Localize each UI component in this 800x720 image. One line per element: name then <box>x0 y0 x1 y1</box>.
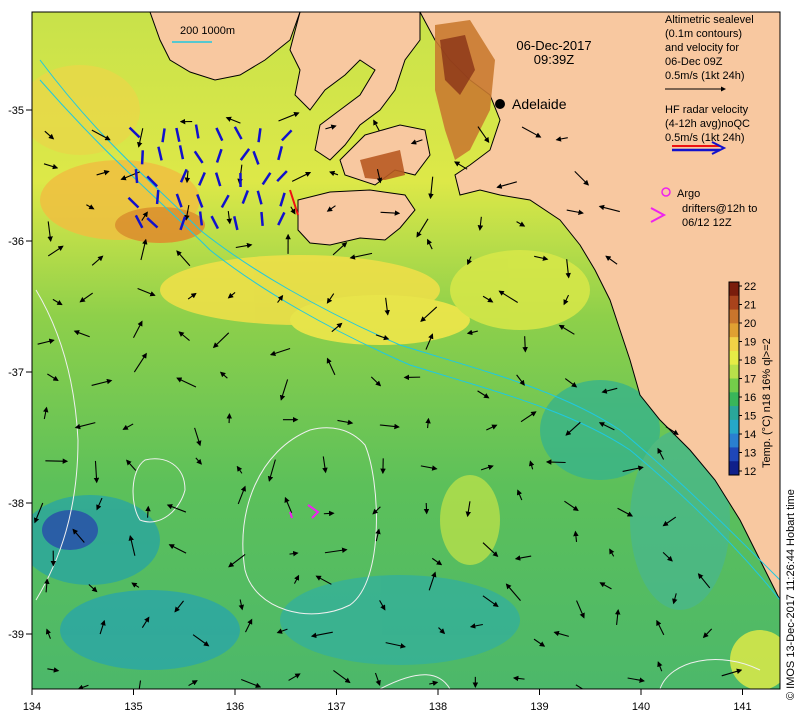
hf-line-2: (4-12h avg)noQC <box>665 118 750 130</box>
colorbar-tick-label: 15 <box>744 411 756 423</box>
hf-vector <box>155 189 160 205</box>
colorbar-tick-label: 17 <box>744 374 756 386</box>
colorbar-title: Temp. (°C) n18 16% ql>=2 <box>761 338 773 468</box>
x-tick-label: 141 <box>733 701 751 713</box>
y-axis: -35 -36 -37 -38 -39 <box>8 105 32 641</box>
x-tick-label: 139 <box>530 701 548 713</box>
colorbar-tick-label: 16 <box>744 392 756 404</box>
colorbar-swatch <box>729 309 739 324</box>
adelaide-marker <box>495 99 505 109</box>
velocity-arrow <box>545 459 566 465</box>
y-tick-label: -38 <box>8 498 24 510</box>
colorbar-tick-label: 13 <box>744 448 756 460</box>
colorbar-tick-label: 22 <box>744 281 756 293</box>
x-tick-label: 136 <box>226 701 244 713</box>
altimetry-line-4: 06-Dec 09Z <box>665 56 723 68</box>
hf-line-1: HF radar velocity <box>665 104 749 116</box>
scale-label: 200 1000m <box>180 25 235 37</box>
altimetry-line-2: (0.1m contours) <box>665 28 742 40</box>
velocity-arrow <box>323 510 335 517</box>
y-tick-label: -35 <box>8 105 24 117</box>
colorbar-swatch <box>729 364 739 379</box>
velocity-arrow <box>45 458 69 464</box>
date-label: 06-Dec-2017 <box>516 38 591 53</box>
colorbar-tick-label: 12 <box>744 466 756 478</box>
x-tick-label: 138 <box>429 701 447 713</box>
hf-vector <box>260 211 264 227</box>
x-tick-label: 134 <box>23 701 41 713</box>
velocity-arrow <box>145 505 151 518</box>
colorbar-swatch <box>729 392 739 407</box>
colorbar-swatch <box>729 433 739 448</box>
y-tick-label: -39 <box>8 629 24 641</box>
colorbar-swatch <box>729 282 739 297</box>
hf-vector <box>198 211 204 226</box>
colorbar-tick-label: 20 <box>744 318 756 330</box>
hf-vector <box>134 168 139 184</box>
plot-area: Adelaide 06-Dec-2017 09:39Z 200 1000m Al… <box>32 12 780 689</box>
argo-line-1: Argo <box>677 188 700 200</box>
altimetry-line-5: 0.5m/s (1kt 24h) <box>665 70 744 82</box>
hf-vector <box>140 150 145 165</box>
colorbar-swatch <box>729 337 739 352</box>
colorbar-swatch <box>729 350 739 366</box>
colorbar-swatch <box>729 295 739 311</box>
altimetry-line-1: Altimetric sealevel <box>665 14 754 26</box>
colorbar-swatch <box>729 323 739 338</box>
altimetry-line-3: and velocity for <box>665 42 739 54</box>
argo-line-3: 06/12 12Z <box>682 217 732 229</box>
x-tick-label: 135 <box>124 701 142 713</box>
colorbar-swatch <box>729 461 739 476</box>
colorbar-swatch <box>729 378 739 393</box>
hf-line-3: 0.5m/s (1kt 24h) <box>665 132 744 144</box>
x-tick-label: 140 <box>632 701 650 713</box>
y-tick-label: -36 <box>8 236 24 248</box>
time-label: 09:39Z <box>534 52 575 67</box>
colorbar-swatch <box>729 419 739 435</box>
sst-map: Adelaide 06-Dec-2017 09:39Z 200 1000m Al… <box>8 11 797 713</box>
x-tick-label: 137 <box>327 701 345 713</box>
credit-text: © IMOS 13-Dec-2017 11:26:44 Hobart time <box>785 489 797 700</box>
colorbar-tick-label: 21 <box>744 300 756 312</box>
colorbar-swatch <box>729 447 739 462</box>
colorbar-swatch <box>729 406 739 421</box>
colorbar-tick-label: 18 <box>744 355 756 367</box>
city-label: Adelaide <box>512 96 567 112</box>
x-axis: 134 135 136 137 138 139 140 141 <box>23 689 752 713</box>
y-tick-label: -37 <box>8 367 24 379</box>
argo-line-2: drifters@12h to <box>682 203 757 215</box>
colorbar-tick-label: 14 <box>744 429 756 441</box>
colorbar-tick-label: 19 <box>744 337 756 349</box>
velocity-arrow <box>522 336 528 353</box>
